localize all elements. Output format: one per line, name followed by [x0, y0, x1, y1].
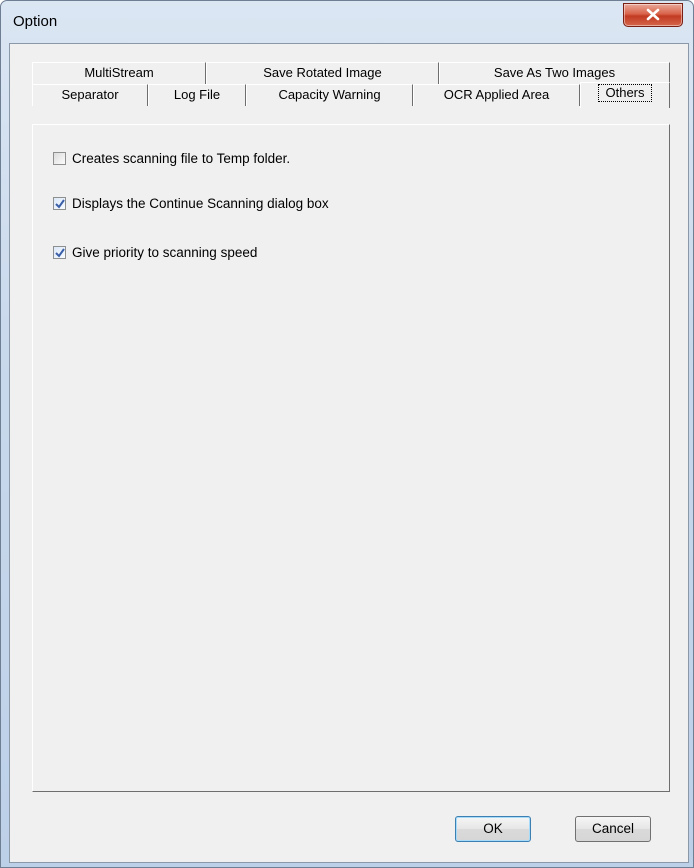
checkbox-label: Give priority to scanning speed: [72, 244, 258, 260]
tab-label: Capacity Warning: [278, 87, 381, 102]
check-icon: [55, 247, 65, 258]
option-temp-folder[interactable]: Creates scanning file to Temp folder.: [53, 149, 290, 167]
checkbox-label: Displays the Continue Scanning dialog bo…: [72, 195, 329, 211]
window-title: Option: [13, 13, 58, 30]
tab-label: Others: [598, 84, 652, 102]
title-bar[interactable]: Option: [1, 1, 693, 43]
tab-label: MultiStream: [84, 65, 154, 80]
tab-separator[interactable]: Separator: [32, 84, 148, 106]
tab-multistream[interactable]: MultiStream: [32, 62, 206, 84]
option-dialog: Option MultiStream Save Rotated Image Sa…: [0, 0, 694, 868]
close-button[interactable]: [623, 3, 683, 27]
close-icon: [646, 8, 660, 21]
option-continue-scanning-dialog[interactable]: Displays the Continue Scanning dialog bo…: [53, 194, 329, 212]
tab-label: Save Rotated Image: [263, 65, 382, 80]
checkbox-label: Creates scanning file to Temp folder.: [72, 150, 291, 166]
check-icon: [55, 198, 65, 209]
tab-capacity-warning[interactable]: Capacity Warning: [246, 84, 413, 106]
tab-others[interactable]: Others: [580, 82, 670, 108]
option-scanning-speed-priority[interactable]: Give priority to scanning speed: [53, 243, 257, 261]
tab-ocr-applied-area[interactable]: OCR Applied Area: [413, 84, 580, 106]
tab-log-file[interactable]: Log File: [148, 84, 246, 106]
tab-save-rotated-image[interactable]: Save Rotated Image: [206, 62, 439, 84]
tab-label: Separator: [61, 87, 119, 102]
checkbox-continue-scanning-dialog[interactable]: [53, 196, 66, 210]
tab-label: Log File: [173, 87, 221, 102]
cancel-button[interactable]: Cancel: [575, 816, 651, 842]
tab-label: Save As Two Images: [493, 65, 616, 80]
checkbox-temp-folder[interactable]: [53, 151, 66, 165]
others-tab-panel: Creates scanning file to Temp folder. Di…: [32, 124, 670, 792]
ok-button[interactable]: OK: [455, 816, 531, 842]
tab-row-front: Separator Log File Capacity Warning OCR …: [32, 82, 670, 108]
tab-label: OCR Applied Area: [443, 87, 550, 102]
tab-save-as-two-images[interactable]: Save As Two Images: [439, 62, 670, 84]
tab-row-back: MultiStream Save Rotated Image Save As T…: [32, 62, 670, 84]
checkbox-scanning-speed-priority[interactable]: [53, 245, 66, 259]
dialog-client-area: MultiStream Save Rotated Image Save As T…: [9, 43, 689, 863]
